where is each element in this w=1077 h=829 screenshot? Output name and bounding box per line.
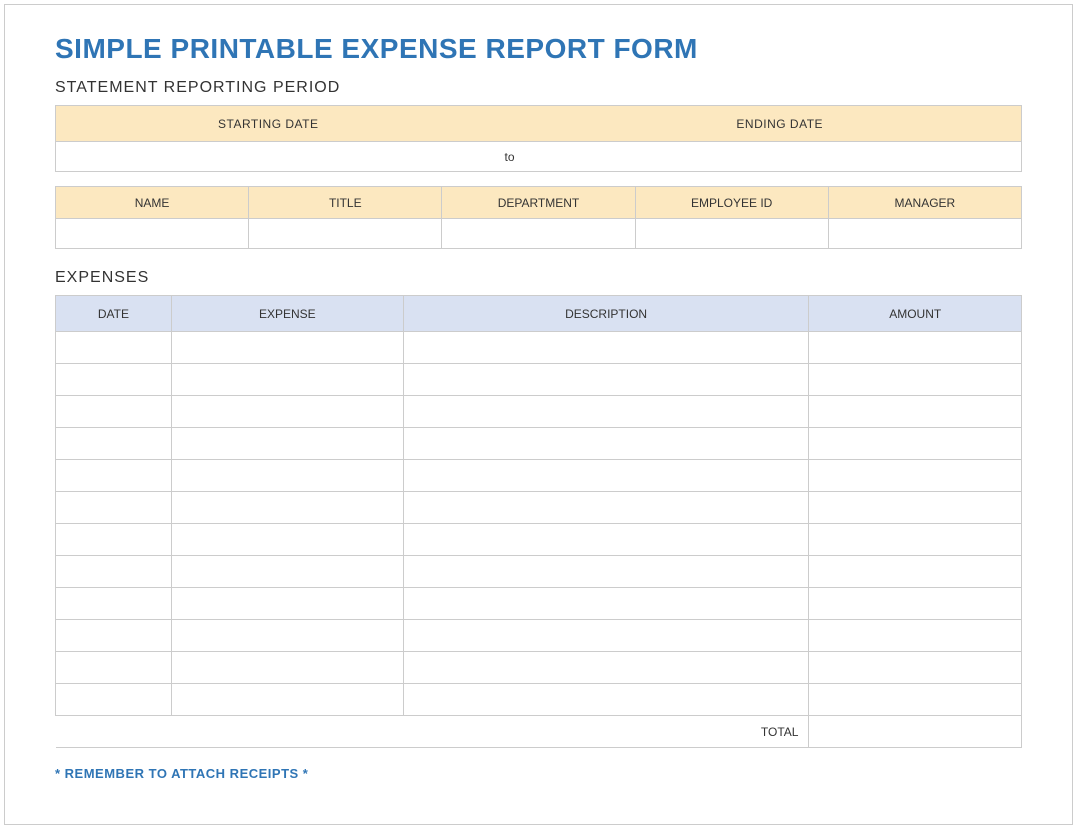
expense-row (56, 620, 1022, 652)
expense-row (56, 588, 1022, 620)
expense-amount-input[interactable] (809, 588, 1022, 620)
expense-row (56, 332, 1022, 364)
expense-expense-input[interactable] (171, 428, 403, 460)
employee-title-input[interactable] (249, 219, 442, 249)
period-start-input[interactable] (56, 142, 481, 172)
form-title: SIMPLE PRINTABLE EXPENSE REPORT FORM (55, 33, 1022, 65)
expense-row (56, 364, 1022, 396)
expense-amount-input[interactable] (809, 492, 1022, 524)
expense-description-input[interactable] (403, 684, 809, 716)
expenses-total-value (809, 716, 1022, 748)
expense-expense-input[interactable] (171, 620, 403, 652)
expense-date-input[interactable] (56, 684, 172, 716)
employee-title-header: TITLE (249, 187, 442, 219)
period-end-input[interactable] (538, 142, 1021, 172)
expense-amount-input[interactable] (809, 460, 1022, 492)
expense-row (56, 652, 1022, 684)
expense-description-input[interactable] (403, 396, 809, 428)
expense-description-input[interactable] (403, 460, 809, 492)
employee-name-header: NAME (56, 187, 249, 219)
expense-expense-input[interactable] (171, 396, 403, 428)
employee-name-input[interactable] (56, 219, 249, 249)
employee-manager-input[interactable] (828, 219, 1021, 249)
expense-description-input[interactable] (403, 364, 809, 396)
expense-row (56, 396, 1022, 428)
expense-expense-input[interactable] (171, 524, 403, 556)
expense-description-input[interactable] (403, 588, 809, 620)
expense-row (56, 684, 1022, 716)
expense-row (56, 556, 1022, 588)
expense-date-input[interactable] (56, 428, 172, 460)
expense-description-input[interactable] (403, 652, 809, 684)
expense-date-input[interactable] (56, 620, 172, 652)
expense-amount-input[interactable] (809, 428, 1022, 460)
expense-date-input[interactable] (56, 396, 172, 428)
expense-expense-input[interactable] (171, 588, 403, 620)
period-section-label: STATEMENT REPORTING PERIOD (55, 79, 1022, 97)
expense-description-input[interactable] (403, 428, 809, 460)
expense-expense-input[interactable] (171, 332, 403, 364)
expense-amount-input[interactable] (809, 620, 1022, 652)
employee-department-input[interactable] (442, 219, 635, 249)
expense-date-input[interactable] (56, 460, 172, 492)
expense-row (56, 460, 1022, 492)
period-table: STARTING DATE ENDING DATE to (55, 105, 1022, 172)
employee-manager-header: MANAGER (828, 187, 1021, 219)
expense-expense-input[interactable] (171, 460, 403, 492)
expense-amount-input[interactable] (809, 556, 1022, 588)
period-end-header: ENDING DATE (538, 106, 1021, 142)
expense-expense-input[interactable] (171, 652, 403, 684)
expense-row (56, 492, 1022, 524)
period-header-spacer (481, 106, 539, 142)
expense-date-input[interactable] (56, 652, 172, 684)
expense-date-input[interactable] (56, 524, 172, 556)
expense-expense-input[interactable] (171, 556, 403, 588)
expense-description-input[interactable] (403, 620, 809, 652)
expense-expense-input[interactable] (171, 684, 403, 716)
expenses-total-label: TOTAL (56, 716, 809, 748)
expenses-section-label: EXPENSES (55, 269, 1022, 287)
expenses-description-header: DESCRIPTION (403, 296, 809, 332)
expense-description-input[interactable] (403, 332, 809, 364)
expenses-expense-header: EXPENSE (171, 296, 403, 332)
expense-expense-input[interactable] (171, 364, 403, 396)
expense-amount-input[interactable] (809, 652, 1022, 684)
expense-row (56, 428, 1022, 460)
expenses-amount-header: AMOUNT (809, 296, 1022, 332)
expense-amount-input[interactable] (809, 396, 1022, 428)
expense-amount-input[interactable] (809, 684, 1022, 716)
expenses-date-header: DATE (56, 296, 172, 332)
expense-expense-input[interactable] (171, 492, 403, 524)
period-start-header: STARTING DATE (56, 106, 481, 142)
expense-description-input[interactable] (403, 524, 809, 556)
expense-amount-input[interactable] (809, 364, 1022, 396)
expense-row (56, 524, 1022, 556)
receipts-footnote: * REMEMBER TO ATTACH RECEIPTS * (55, 766, 1022, 781)
expense-amount-input[interactable] (809, 332, 1022, 364)
employee-table: NAME TITLE DEPARTMENT EMPLOYEE ID MANAGE… (55, 186, 1022, 249)
period-to-text: to (481, 142, 539, 172)
expenses-table: DATE EXPENSE DESCRIPTION AMOUNT TOTAL (55, 295, 1022, 748)
expense-description-input[interactable] (403, 556, 809, 588)
expense-date-input[interactable] (56, 556, 172, 588)
employee-department-header: DEPARTMENT (442, 187, 635, 219)
expense-date-input[interactable] (56, 588, 172, 620)
expense-date-input[interactable] (56, 332, 172, 364)
employee-id-header: EMPLOYEE ID (635, 187, 828, 219)
expense-date-input[interactable] (56, 364, 172, 396)
page-container: SIMPLE PRINTABLE EXPENSE REPORT FORM STA… (4, 4, 1073, 825)
expense-date-input[interactable] (56, 492, 172, 524)
employee-id-input[interactable] (635, 219, 828, 249)
expense-description-input[interactable] (403, 492, 809, 524)
expense-amount-input[interactable] (809, 524, 1022, 556)
